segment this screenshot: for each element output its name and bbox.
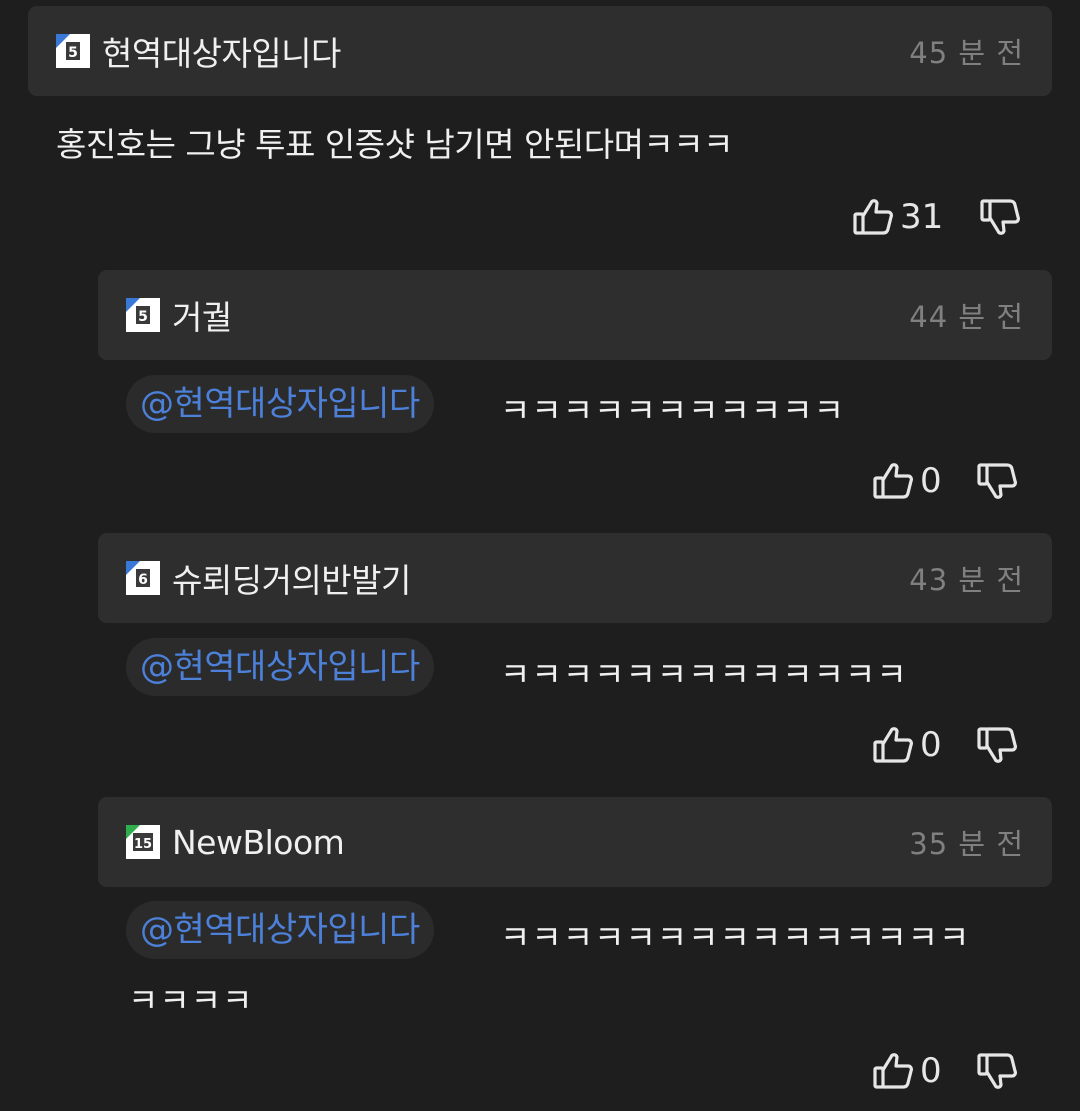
level-5-icon: 5 [56, 34, 90, 68]
reply-time: 44 분 전 [909, 300, 1024, 334]
thumbs-down-icon[interactable] [979, 195, 1023, 239]
thumbs-up-icon[interactable] [872, 723, 916, 767]
like-count: 0 [920, 725, 942, 765]
thumbs-down-icon[interactable] [976, 459, 1020, 503]
reply-header: 5 거궐 44 분 전 [98, 270, 1052, 360]
reply-vote: 0 [872, 720, 1020, 770]
like-count: 0 [920, 1051, 942, 1091]
reply-text: ㅋㅋㅋㅋㅋㅋㅋㅋㅋㅋㅋㅋㅋㅋㅋ [500, 918, 971, 957]
reply-username[interactable]: 슈뢰딩거의반발기 [172, 554, 411, 602]
reply-username[interactable]: 거궐 [172, 291, 232, 339]
thumbs-down-icon[interactable] [976, 723, 1020, 767]
reply-text: ㅋㅋㅋㅋㅋㅋㅋㅋㅋㅋㅋ [500, 391, 845, 430]
reply-header: 6 슈뢰딩거의반발기 43 분 전 [98, 533, 1052, 623]
reply-header: 15 NewBloom 35 분 전 [98, 797, 1052, 887]
comment-username[interactable]: 현역대상자입니다 [102, 27, 341, 75]
thumbs-up-icon[interactable] [872, 1049, 916, 1093]
reply-username[interactable]: NewBloom [172, 823, 345, 862]
level-5-icon: 5 [126, 298, 160, 332]
level-15-icon: 15 [126, 825, 160, 859]
reply-text: ㅋㅋㅋㅋㅋㅋㅋㅋㅋㅋㅋㅋㅋ [500, 655, 908, 694]
comment-time: 45 분 전 [909, 36, 1024, 70]
comment-vote: 31 [852, 192, 1023, 242]
svg-text:6: 6 [138, 572, 148, 588]
reply-text-continued: ㅋㅋㅋㅋ [128, 981, 254, 1020]
reply-time: 43 분 전 [909, 563, 1024, 597]
mention-chip[interactable]: @현역대상자입니다 [126, 375, 434, 433]
level-6-icon: 6 [126, 561, 160, 595]
thumbs-up-icon[interactable] [872, 459, 916, 503]
mention-chip[interactable]: @현역대상자입니다 [126, 638, 434, 696]
svg-text:5: 5 [138, 309, 148, 325]
reply-vote: 0 [872, 456, 1020, 506]
comment-header: 5 현역대상자입니다 45 분 전 [28, 6, 1052, 96]
svg-text:5: 5 [68, 45, 78, 61]
reply-time: 35 분 전 [909, 827, 1024, 861]
thumbs-up-icon[interactable] [852, 195, 896, 239]
like-count: 31 [900, 197, 944, 237]
comment-text: 홍진호는 그냥 투표 인증샷 남기면 안된다며ㅋㅋㅋ [56, 125, 734, 164]
thumbs-down-icon[interactable] [976, 1049, 1020, 1093]
like-count: 0 [920, 461, 942, 501]
reply-vote: 0 [872, 1046, 1020, 1096]
svg-text:15: 15 [134, 837, 152, 852]
mention-chip[interactable]: @현역대상자입니다 [126, 901, 434, 959]
